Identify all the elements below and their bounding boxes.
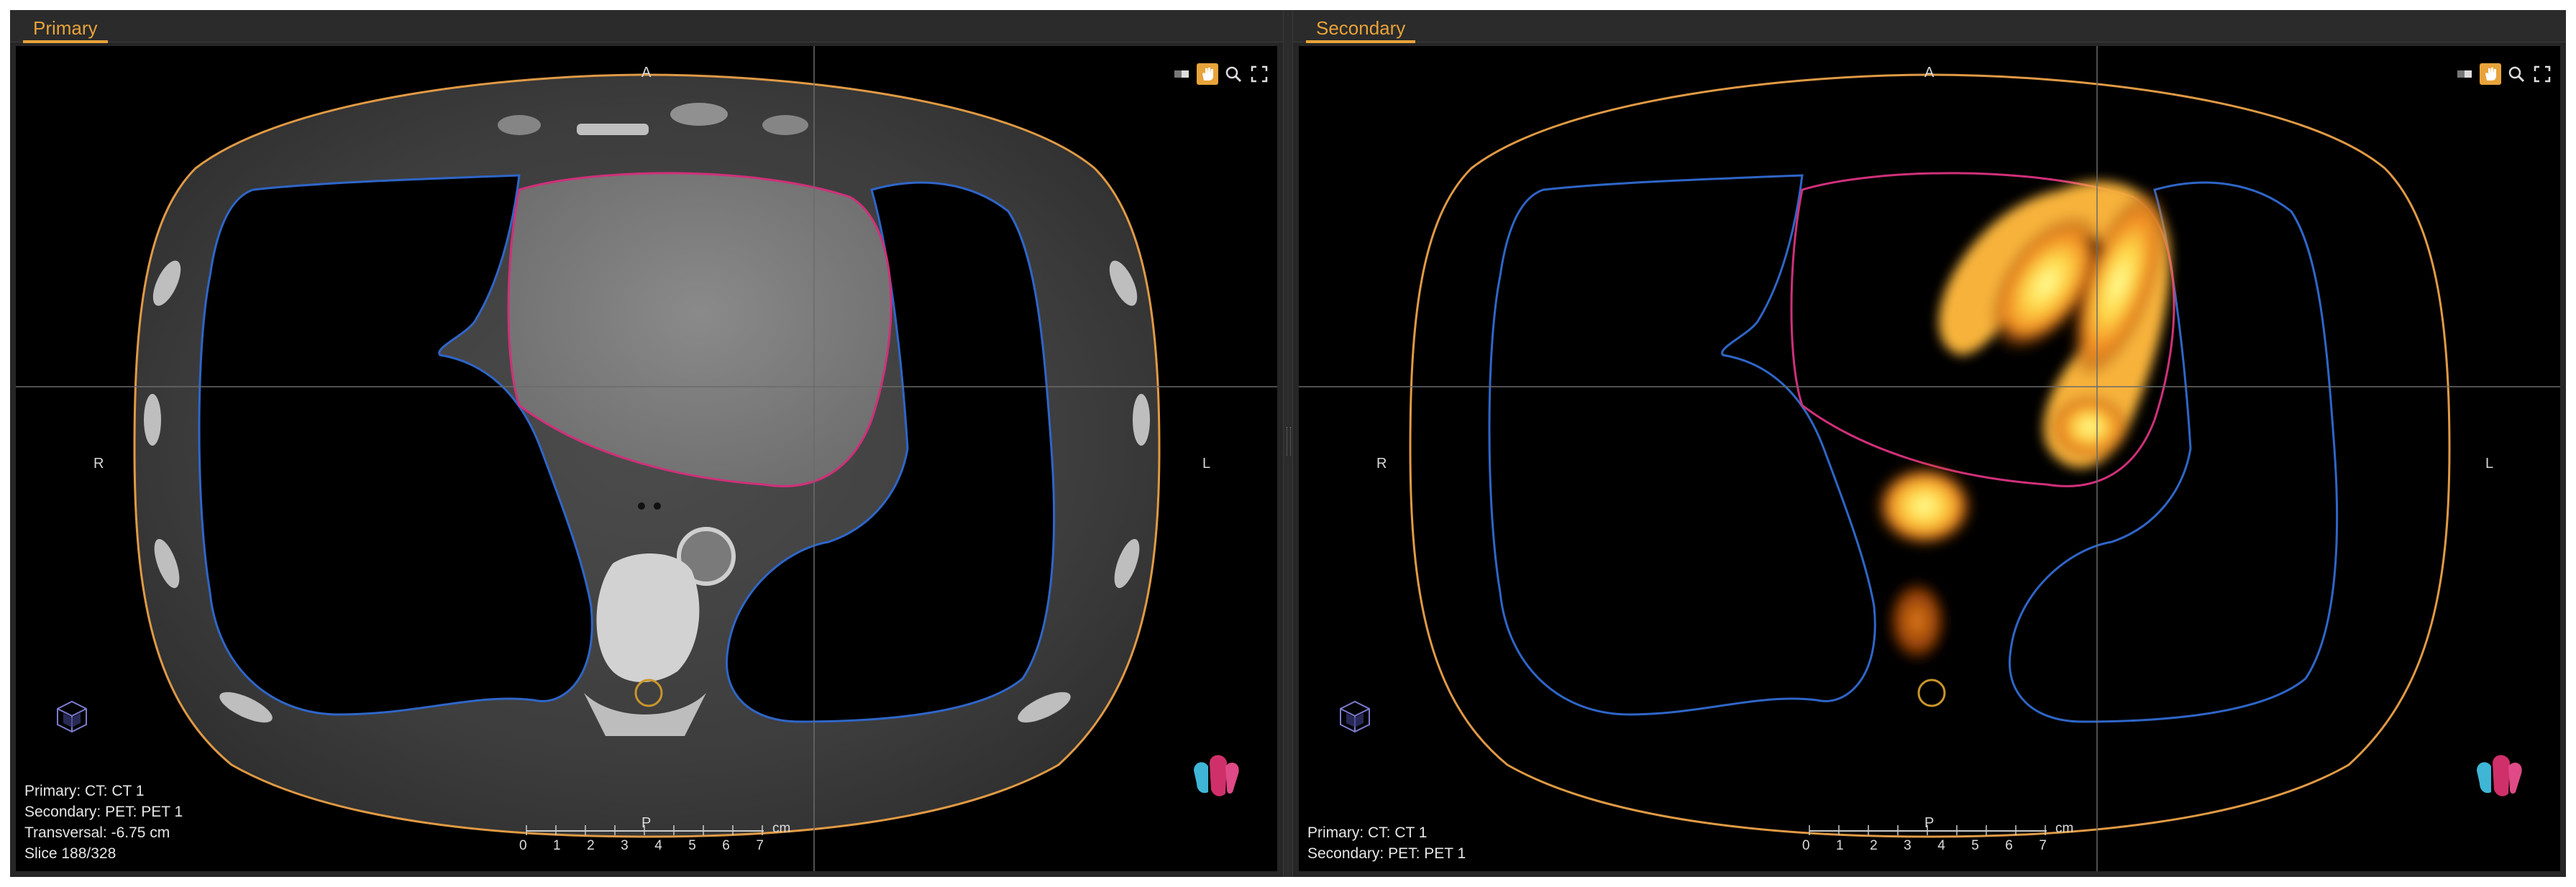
info-primary-series: Primary: CT: CT 1 xyxy=(1307,824,1428,841)
scale-tick-2: 2 xyxy=(1870,838,1878,853)
orientation-right: R xyxy=(1376,456,1387,472)
secondary-scale-bar: 0 1 2 3 4 5 6 7 cm xyxy=(1802,821,2090,861)
scale-tick-5: 5 xyxy=(1971,838,1979,853)
scale-tick-7: 7 xyxy=(2039,838,2047,853)
fullscreen-icon[interactable] xyxy=(1248,63,1270,85)
scale-tick-3: 3 xyxy=(621,838,629,853)
splitter-grip-icon[interactable] xyxy=(1287,427,1291,456)
spinal-cord-contour xyxy=(1917,679,1946,707)
orientation-cube-icon[interactable] xyxy=(50,694,93,737)
primary-toolbar xyxy=(1171,63,1270,85)
lung-right xyxy=(1488,174,1876,716)
scale-tick-6: 6 xyxy=(2005,838,2013,853)
primary-info-overlay: Primary: CT: CT 1 Secondary: PET: PET 1 … xyxy=(24,781,183,864)
info-transversal-position: Transversal: -6.75 cm xyxy=(24,824,170,841)
secondary-info-overlay: Primary: CT: CT 1 Secondary: PET: PET 1 xyxy=(1307,822,1466,864)
scale-labels: 0 1 2 3 4 5 6 7 xyxy=(1802,838,2047,854)
app-window: Primary A P R L Primary: CT: CT 1 Second… xyxy=(10,10,2566,877)
scale-tick-4: 4 xyxy=(1937,838,1945,853)
scale-tick-3: 3 xyxy=(1904,838,1912,853)
pet-uptake xyxy=(1874,181,2170,663)
fullscreen-icon[interactable] xyxy=(2531,63,2553,85)
secondary-tabbar: Secondary xyxy=(1293,10,2566,43)
primary-tabbar: Primary xyxy=(10,10,1283,43)
pan-hand-icon[interactable] xyxy=(2480,63,2501,85)
orientation-left: L xyxy=(2485,456,2494,472)
primary-panel: Primary A P R L Primary: CT: CT 1 Second… xyxy=(10,10,1283,877)
info-secondary-series: Secondary: PET: PET 1 xyxy=(1307,845,1466,862)
scale-tick-7: 7 xyxy=(756,838,764,853)
orientation-left: L xyxy=(1202,456,1211,472)
orientation-anterior: A xyxy=(641,65,652,81)
scale-tick-4: 4 xyxy=(654,838,662,853)
zoom-icon[interactable] xyxy=(2506,63,2527,85)
scale-unit: cm xyxy=(2055,821,2074,836)
scale-tick-5: 5 xyxy=(688,838,696,853)
scale-tick-2: 2 xyxy=(587,838,595,853)
scale-labels: 0 1 2 3 4 5 6 7 xyxy=(519,838,764,854)
panel-splitter[interactable] xyxy=(1283,10,1293,877)
secondary-panel: Secondary A P R L Primary: CT: CT 1 Seco… xyxy=(1293,10,2566,877)
orientation-anterior: A xyxy=(1924,65,1935,81)
scale-tick-6: 6 xyxy=(722,838,730,853)
tab-primary[interactable]: Primary xyxy=(23,16,108,43)
scale-tick-0: 0 xyxy=(519,838,527,853)
info-secondary-series: Secondary: PET: PET 1 xyxy=(24,804,183,820)
orientation-right: R xyxy=(93,456,104,472)
app-logo xyxy=(1194,755,1239,796)
body-contour xyxy=(1409,73,2451,838)
scale-tick-1: 1 xyxy=(553,838,561,853)
secondary-viewport[interactable]: A P R L Primary: CT: CT 1 Secondary: PET… xyxy=(1299,46,2560,871)
ct-image xyxy=(16,46,1277,871)
orientation-cube-icon[interactable] xyxy=(1333,694,1376,737)
secondary-toolbar xyxy=(2454,63,2553,85)
info-primary-series: Primary: CT: CT 1 xyxy=(24,783,145,799)
window-level-icon[interactable] xyxy=(1171,63,1192,85)
scale-unit: cm xyxy=(772,821,791,836)
pan-hand-icon[interactable] xyxy=(1197,63,1218,85)
primary-scale-bar: 0 1 2 3 4 5 6 7 cm xyxy=(519,821,807,861)
scale-tick-0: 0 xyxy=(1802,838,1810,853)
pet-image xyxy=(1299,46,2560,871)
vertebra xyxy=(596,553,700,682)
zoom-icon[interactable] xyxy=(1223,63,1244,85)
window-level-icon[interactable] xyxy=(2454,63,2475,85)
app-logo xyxy=(2477,755,2522,796)
info-slice-number: Slice 188/328 xyxy=(24,845,117,862)
tab-secondary[interactable]: Secondary xyxy=(1306,16,1416,43)
primary-viewport[interactable]: A P R L Primary: CT: CT 1 Secondary: PET… xyxy=(16,46,1277,871)
scale-tick-1: 1 xyxy=(1836,838,1844,853)
